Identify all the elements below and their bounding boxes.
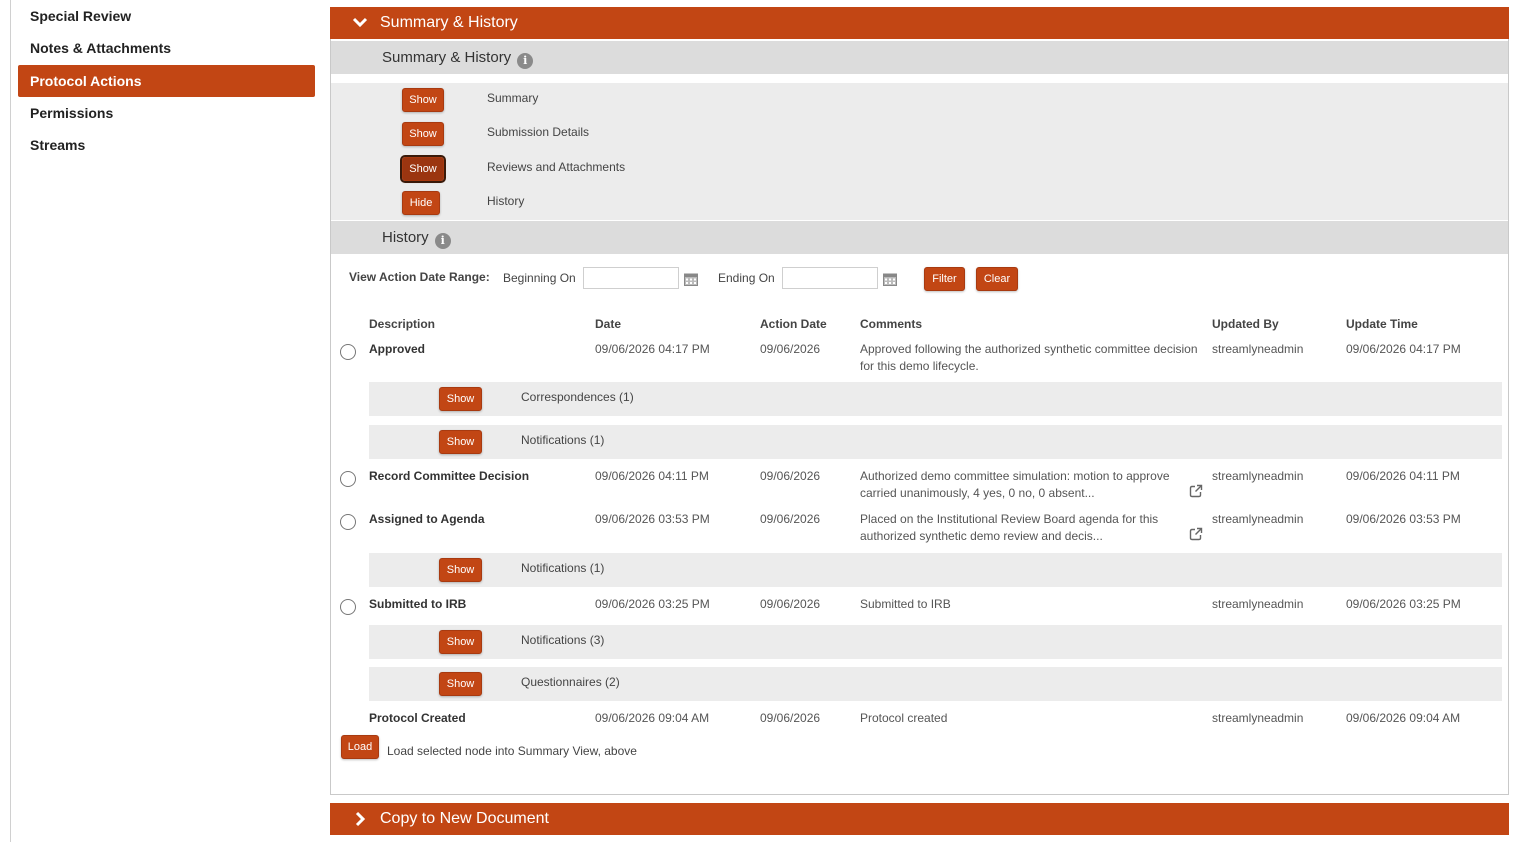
row-update-time: 09/06/2026 04:17 PM [1346, 342, 1461, 356]
summary-label: Summary [487, 91, 539, 105]
nav-item-protocol-actions[interactable]: Protocol Actions [18, 65, 315, 97]
col-updated-by: Updated By [1212, 317, 1279, 331]
row-description: Submitted to IRB [369, 597, 467, 611]
history-subheader: History i [331, 221, 1508, 254]
hide-history-button[interactable]: Hide [402, 191, 440, 215]
row-select-radio[interactable] [340, 514, 356, 530]
nav-item-special-review[interactable]: Special Review [18, 0, 315, 32]
row-action-date: 09/06/2026 [760, 597, 821, 611]
row-select-radio[interactable] [340, 599, 356, 615]
questionnaires-label: Questionnaires (2) [521, 675, 620, 689]
row-updated-by: streamlyneadmin [1212, 711, 1304, 725]
col-update-time: Update Time [1346, 317, 1418, 331]
row-comment-line2: authorized synthetic demo review and dec… [860, 529, 1103, 543]
ending-on-label: Ending On [718, 271, 775, 285]
info-icon[interactable]: i [434, 233, 451, 249]
date-range-label: View Action Date Range: [349, 270, 490, 284]
row-update-time: 09/06/2026 09:04 AM [1346, 711, 1461, 725]
show-notifications-button[interactable]: Show [439, 630, 482, 654]
row-date: 09/06/2026 03:25 PM [595, 597, 710, 611]
row-update-time: 09/06/2026 03:25 PM [1346, 597, 1461, 611]
col-description: Description [369, 317, 436, 331]
row-comment-line1: Protocol created [860, 711, 948, 725]
row-action-date: 09/06/2026 [760, 512, 821, 526]
copy-to-new-document-header[interactable]: Copy to New Document [330, 803, 1509, 835]
history-toggle-label: History [487, 194, 525, 208]
row-description: Approved [369, 342, 426, 356]
filter-button[interactable]: Filter [924, 267, 965, 291]
copy-to-new-document-label: Copy to New Document [380, 810, 549, 827]
row-date: 09/06/2026 04:17 PM [595, 342, 710, 356]
show-notifications-button[interactable]: Show [439, 430, 482, 454]
show-summary-button[interactable]: Show [402, 88, 444, 112]
row-update-time: 09/06/2026 04:11 PM [1346, 469, 1460, 483]
row-comment-line1: Approved following the authorized synthe… [860, 342, 1198, 356]
calendar-icon[interactable] [883, 272, 897, 286]
beginning-on-input[interactable] [583, 267, 679, 289]
row-description: Protocol Created [369, 711, 466, 725]
col-comments: Comments [860, 317, 923, 331]
nav-item-notes-attachments[interactable]: Notes & Attachments [18, 32, 315, 64]
summary-history-header-label: Summary & History [380, 14, 518, 31]
external-link-icon[interactable] [1189, 527, 1203, 541]
show-questionnaires-button[interactable]: Show [439, 672, 482, 696]
notifications-label: Notifications (1) [521, 433, 605, 447]
show-correspondences-button[interactable]: Show [439, 387, 482, 411]
summary-history-subheader: Summary & History i [331, 41, 1508, 74]
beginning-on-label: Beginning On [503, 271, 576, 285]
show-notifications-button[interactable]: Show [439, 558, 482, 582]
row-description: Assigned to Agenda [369, 512, 485, 526]
row-action-date: 09/06/2026 [760, 342, 821, 356]
show-reviews-attachments-button[interactable]: Show [400, 155, 446, 183]
col-date: Date [595, 317, 622, 331]
clear-button[interactable]: Clear [976, 267, 1018, 291]
notifications-label: Notifications (1) [521, 561, 605, 575]
left-nav: Special Review Notes & Attachments Proto… [10, 0, 326, 842]
row-updated-by: streamlyneadmin [1212, 469, 1304, 483]
reviews-attachments-label: Reviews and Attachments [487, 160, 626, 174]
submission-details-label: Submission Details [487, 125, 590, 139]
summary-history-header[interactable]: Summary & History [330, 7, 1509, 39]
chevron-down-icon [350, 7, 370, 39]
calendar-icon[interactable] [684, 272, 698, 286]
external-link-icon[interactable] [1189, 484, 1203, 498]
info-icon[interactable]: i [517, 53, 534, 69]
show-submission-details-button[interactable]: Show [402, 122, 444, 146]
chevron-right-icon [350, 803, 370, 835]
correspondences-label: Correspondences (1) [521, 390, 634, 404]
row-select-radio[interactable] [340, 344, 356, 360]
row-comment-line1: Authorized demo committee simulation: mo… [860, 469, 1170, 483]
ending-on-input[interactable] [782, 267, 878, 289]
row-comment-line2: carried unanimously, 4 yes, 0 no, 0 abse… [860, 486, 1095, 500]
row-update-time: 09/06/2026 03:53 PM [1346, 512, 1461, 526]
load-button[interactable]: Load [341, 735, 379, 759]
nav-item-permissions[interactable]: Permissions [18, 97, 315, 129]
row-updated-by: streamlyneadmin [1212, 342, 1304, 356]
summary-history-subheader-label: Summary & History [382, 49, 512, 66]
row-date: 09/06/2026 03:53 PM [595, 512, 710, 526]
row-comment-line1: Placed on the Institutional Review Board… [860, 512, 1159, 526]
row-description: Record Committee Decision [369, 469, 530, 483]
row-updated-by: streamlyneadmin [1212, 512, 1304, 526]
load-label: Load selected node into Summary View, ab… [387, 744, 637, 758]
notifications-label: Notifications (3) [521, 633, 605, 647]
row-date: 09/06/2026 09:04 AM [595, 711, 710, 725]
row-comment-line1: Submitted to IRB [860, 597, 951, 611]
history-subheader-label: History [382, 229, 429, 246]
row-action-date: 09/06/2026 [760, 469, 821, 483]
nav-item-streams[interactable]: Streams [18, 129, 315, 161]
row-date: 09/06/2026 04:11 PM [595, 469, 709, 483]
row-action-date: 09/06/2026 [760, 711, 821, 725]
row-comment-line2: for this demo lifecycle. [860, 359, 979, 373]
row-updated-by: streamlyneadmin [1212, 597, 1304, 611]
col-action-date: Action Date [760, 317, 827, 331]
row-select-radio[interactable] [340, 471, 356, 487]
